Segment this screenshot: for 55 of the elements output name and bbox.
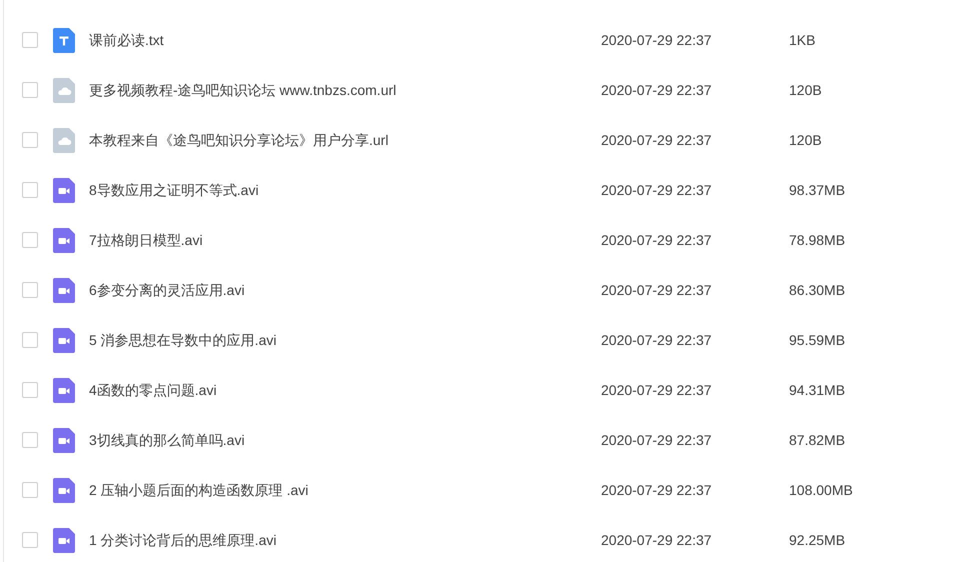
file-name[interactable]: 7拉格朗日模型.avi	[89, 230, 601, 250]
file-size: 108.00MB	[789, 480, 853, 500]
checkbox[interactable]	[22, 182, 38, 198]
modified-date: 2020-07-29 22:37	[601, 430, 713, 450]
file-name[interactable]: 更多视频教程-途鸟吧知识论坛 www.tnbzs.com.url	[89, 80, 601, 100]
modified-date: 2020-07-29 22:37	[601, 30, 713, 50]
file-size: 98.37MB	[789, 180, 846, 200]
file-name[interactable]: 6参变分离的灵活应用.avi	[89, 280, 601, 300]
checkbox[interactable]	[22, 382, 38, 398]
file-size: 120B	[789, 130, 822, 150]
modified-date: 2020-07-29 22:37	[601, 180, 713, 200]
file-size: 92.25MB	[789, 530, 846, 550]
cloud-file-icon	[53, 78, 75, 102]
file-name[interactable]: 课前必读.txt	[89, 30, 601, 50]
checkbox[interactable]	[22, 482, 38, 498]
video-file-icon	[53, 328, 75, 352]
file-size: 86.30MB	[789, 280, 846, 300]
video-file-icon	[53, 228, 75, 252]
cloud-file-icon	[53, 128, 75, 152]
checkbox[interactable]	[22, 332, 38, 348]
modified-date: 2020-07-29 22:37	[601, 530, 713, 550]
modified-date: 2020-07-29 22:37	[601, 280, 713, 300]
video-file-icon	[53, 428, 75, 452]
video-file-icon	[53, 378, 75, 402]
modified-date: 2020-07-29 22:37	[601, 330, 713, 350]
file-name[interactable]: 3切线真的那么简单吗.avi	[89, 430, 601, 450]
file-name[interactable]: 4函数的零点问题.avi	[89, 380, 601, 400]
file-name[interactable]: 5 消参思想在导数中的应用.avi	[89, 330, 601, 350]
file-name[interactable]: 8导数应用之证明不等式.avi	[89, 180, 601, 200]
file-size: 78.98MB	[789, 230, 846, 250]
checkbox[interactable]	[22, 232, 38, 248]
checkbox[interactable]	[22, 532, 38, 548]
file-size: 1KB	[789, 30, 816, 50]
modified-date: 2020-07-29 22:37	[601, 80, 713, 100]
checkbox[interactable]	[22, 32, 38, 48]
video-file-icon	[53, 178, 75, 202]
modified-date: 2020-07-29 22:37	[601, 380, 713, 400]
file-name[interactable]: 本教程来自《途鸟吧知识分享论坛》用户分享.url	[89, 130, 601, 150]
checkbox[interactable]	[22, 132, 38, 148]
video-file-icon	[53, 278, 75, 302]
file-size: 87.82MB	[789, 430, 846, 450]
text-file-icon	[53, 28, 75, 52]
modified-date: 2020-07-29 22:37	[601, 480, 713, 500]
checkbox[interactable]	[22, 282, 38, 298]
modified-date: 2020-07-29 22:37	[601, 130, 713, 150]
file-name[interactable]: 2 压轴小题后面的构造函数原理 .avi	[89, 480, 601, 500]
file-size: 94.31MB	[789, 380, 846, 400]
file-name[interactable]: 1 分类讨论背后的思维原理.avi	[89, 530, 601, 550]
modified-date: 2020-07-29 22:37	[601, 230, 713, 250]
file-size: 120B	[789, 80, 822, 100]
file-size: 95.59MB	[789, 330, 846, 350]
video-file-icon	[53, 478, 75, 502]
checkbox[interactable]	[22, 82, 38, 98]
video-file-icon	[53, 528, 75, 552]
checkbox[interactable]	[22, 432, 38, 448]
